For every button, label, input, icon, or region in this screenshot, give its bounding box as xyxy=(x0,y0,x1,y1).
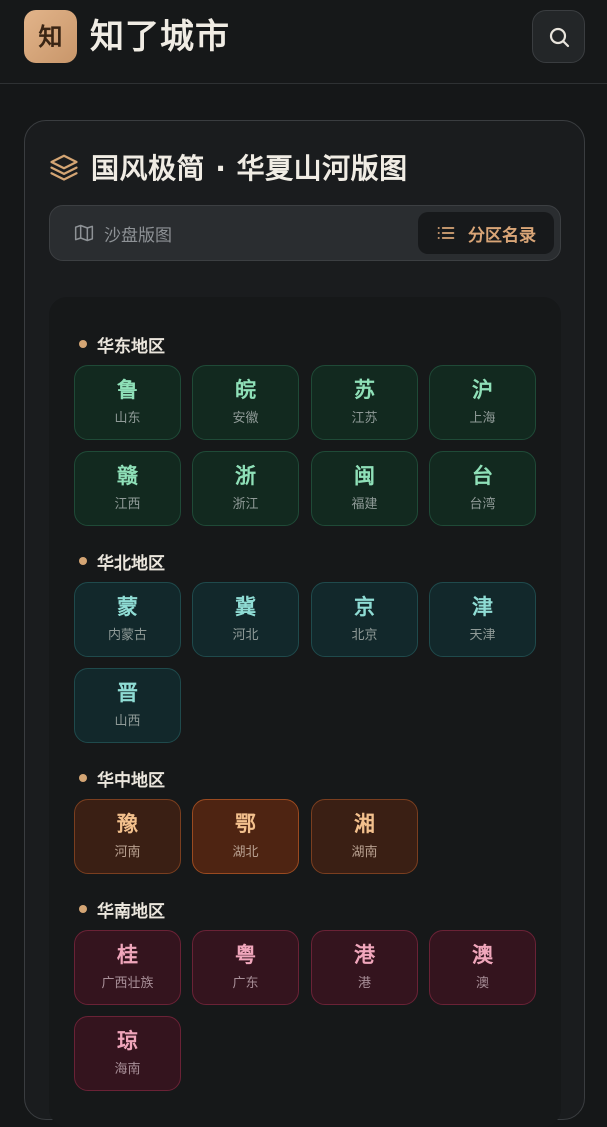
province-tile[interactable]: 皖安徽 xyxy=(192,365,299,440)
province-tile[interactable]: 台台湾 xyxy=(429,451,536,526)
region-heading-south: 华南地区 xyxy=(79,896,165,922)
province-tile[interactable]: 沪上海 xyxy=(429,365,536,440)
province-name: 海南 xyxy=(114,1062,141,1077)
card-title: 国风极简 · 华夏山河版图 xyxy=(91,152,408,185)
region-heading-central: 华中地区 xyxy=(79,765,165,791)
province-name: 内蒙古 xyxy=(107,628,147,643)
province-name: 天津 xyxy=(469,628,496,643)
province-tile[interactable]: 鲁山东 xyxy=(74,365,181,440)
map-card: 国风极简 · 华夏山河版图 沙盘版图 分区名录 华东地区 鲁 山东 皖 安徽 苏… xyxy=(24,120,585,1127)
tab-sandbox-label: 沙盘版图 xyxy=(104,225,172,246)
province-abbr: 澳 xyxy=(472,943,493,967)
province-tile[interactable]: 桂广西壮族 xyxy=(74,930,181,1005)
tab-region-list[interactable]: 分区名录 xyxy=(418,212,554,254)
province-tile[interactable]: 粤广东 xyxy=(192,930,299,1005)
layers-icon xyxy=(50,154,78,181)
province-name: 山东 xyxy=(114,411,141,426)
list-icon xyxy=(437,227,455,239)
province-tile[interactable]: 晋山西 xyxy=(74,668,181,743)
province-name: 上海 xyxy=(469,411,496,426)
app-title: 知了城市 xyxy=(90,17,230,57)
province-name: 浙江 xyxy=(232,497,259,512)
province-abbr: 鲁 xyxy=(117,378,138,402)
province-abbr: 赣 xyxy=(117,464,138,488)
province-name: 台湾 xyxy=(469,497,496,512)
province-name: 河南 xyxy=(114,845,141,860)
province-abbr: 苏 xyxy=(354,378,375,402)
province-abbr: 津 xyxy=(472,595,493,619)
region-label: 华北地区 xyxy=(97,553,165,574)
province-abbr: 琼 xyxy=(117,1029,138,1053)
view-tabs: 沙盘版图 分区名录 xyxy=(49,205,561,261)
tab-sandbox-map[interactable]: 沙盘版图 xyxy=(74,212,172,254)
province-tile[interactable]: 湘湖南 xyxy=(311,799,418,874)
province-name: 湖北 xyxy=(232,845,259,860)
province-name: 河北 xyxy=(232,628,259,643)
province-tile[interactable]: 苏江苏 xyxy=(311,365,418,440)
province-name: 广东 xyxy=(232,976,259,991)
region-label: 华中地区 xyxy=(97,770,165,791)
province-abbr: 晋 xyxy=(117,681,138,705)
region-label: 华东地区 xyxy=(97,336,165,357)
region-dot xyxy=(79,340,87,348)
search-button[interactable] xyxy=(532,10,585,63)
province-abbr: 皖 xyxy=(235,378,256,402)
province-abbr: 闽 xyxy=(354,464,375,488)
province-name: 广西壮族 xyxy=(101,976,154,991)
province-tile[interactable]: 闽福建 xyxy=(311,451,418,526)
province-name: 山西 xyxy=(114,714,141,729)
province-name: 福建 xyxy=(351,497,378,512)
province-name: 北京 xyxy=(351,628,378,643)
province-tile[interactable]: 豫河南 xyxy=(74,799,181,874)
province-abbr: 鄂 xyxy=(235,812,256,836)
province-name: 江苏 xyxy=(351,411,378,426)
province-abbr: 沪 xyxy=(472,378,493,402)
map-icon xyxy=(74,224,94,242)
province-tile[interactable]: 港港 xyxy=(311,930,418,1005)
region-label: 华南地区 xyxy=(97,901,165,922)
search-icon xyxy=(549,27,569,47)
province-tile[interactable]: 京北京 xyxy=(311,582,418,657)
province-abbr: 京 xyxy=(354,595,375,619)
region-dot xyxy=(79,905,87,913)
province-name: 澳 xyxy=(475,976,489,991)
province-abbr: 蒙 xyxy=(117,595,138,619)
province-tile[interactable]: 澳澳 xyxy=(429,930,536,1005)
province-tile[interactable]: 津天津 xyxy=(429,582,536,657)
province-name: 安徽 xyxy=(232,411,259,426)
province-abbr: 冀 xyxy=(235,595,256,619)
app-logo[interactable]: 知 xyxy=(24,10,77,63)
province-name: 湖南 xyxy=(351,845,378,860)
province-tile[interactable]: 浙浙江 xyxy=(192,451,299,526)
province-tile[interactable]: 鄂湖北 xyxy=(192,799,299,874)
app-header: 知 知了城市 xyxy=(0,0,607,84)
province-name: 港 xyxy=(357,976,371,991)
region-heading-north: 华北地区 xyxy=(79,548,165,574)
card-header: 国风极简 · 华夏山河版图 xyxy=(49,145,408,189)
province-abbr: 浙 xyxy=(235,464,256,488)
province-abbr: 粤 xyxy=(235,943,256,967)
province-tile[interactable]: 蒙内蒙古 xyxy=(74,582,181,657)
province-abbr: 港 xyxy=(354,943,375,967)
province-tile[interactable]: 冀河北 xyxy=(192,582,299,657)
tab-region-list-label: 分区名录 xyxy=(468,225,536,246)
province-abbr: 湘 xyxy=(354,812,375,836)
region-heading-east: 华东地区 xyxy=(79,331,165,357)
province-abbr: 豫 xyxy=(117,812,138,836)
province-name: 江西 xyxy=(114,497,141,512)
province-abbr: 桂 xyxy=(117,943,138,967)
region-directory: 华东地区 鲁山东 皖安徽 苏江苏 沪上海 赣江西 浙浙江 闽福建 台台湾 华北地… xyxy=(49,297,561,1127)
region-dot xyxy=(79,774,87,782)
province-abbr: 台 xyxy=(472,464,493,488)
region-dot xyxy=(79,557,87,565)
province-tile[interactable]: 赣江西 xyxy=(74,451,181,526)
